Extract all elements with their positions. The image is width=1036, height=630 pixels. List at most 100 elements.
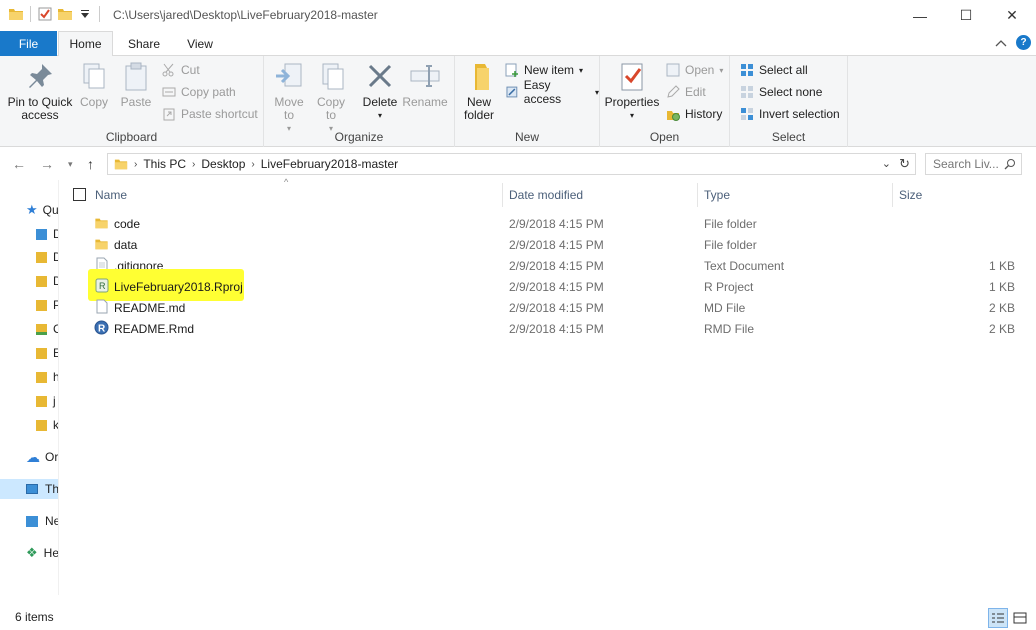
nav-item[interactable]: D [36,247,58,267]
nav-item[interactable]: j [36,391,56,411]
details-view-button[interactable] [988,608,1008,628]
column-divider[interactable] [697,183,698,207]
nav-onedrive[interactable]: ☁ Or [26,447,58,467]
invert-selection-button[interactable]: Invert selection [740,104,840,124]
file-name: README.md [114,300,186,315]
customize-qat-icon[interactable] [77,6,93,22]
nav-item[interactable]: E [36,343,58,363]
move-to-icon [276,63,302,87]
ribbon: Pin to Quick access Copy Paste Cut Copy … [0,56,1036,147]
properties-icon[interactable] [37,6,53,22]
group-label: Clipboard [105,130,158,144]
delete-icon [368,64,392,88]
file-name: LiveFebruary2018.Rproj [114,279,243,294]
move-to-button[interactable]: Move to ▾ [270,60,308,135]
folder-icon [9,9,23,20]
history-icon [667,111,680,121]
edit-button[interactable]: Edit [666,82,706,102]
copy-path-icon [162,87,176,97]
address-bar[interactable]: › This PC › Desktop › LiveFebruary2018-m… [107,153,916,175]
tab-view[interactable]: View [175,31,225,56]
breadcrumb-this-pc[interactable]: This PC [143,157,186,171]
nav-item[interactable]: h [36,367,58,387]
file-size [895,234,1015,255]
address-dropdown-icon[interactable]: ⌄ [882,157,891,170]
paste-shortcut-button[interactable]: Paste shortcut [162,104,258,124]
open-icon [666,63,680,77]
file-type: File folder [704,216,757,231]
minimize-button[interactable]: — [897,0,943,31]
nav-quick-access[interactable]: ★ Qu [26,200,58,220]
copy-path-button[interactable]: Copy path [162,82,236,102]
open-button[interactable]: Open ▾ [666,60,723,80]
tab-file[interactable]: File [0,31,57,56]
paste-button[interactable]: Paste [118,60,154,109]
select-all-button[interactable]: Select all [740,60,808,80]
nav-homegroup[interactable]: ❖ He [26,543,58,563]
column-header-name[interactable]: Name [95,185,127,205]
search-icon [1004,159,1015,170]
copy-button[interactable]: Copy [76,60,112,109]
up-button[interactable]: ↑ [87,156,94,172]
copy-to-button[interactable]: Copy to ▾ [312,60,350,135]
file-row[interactable]: code 2/9/2018 4:15 PM File folder [60,213,1036,234]
chevron-right-icon[interactable]: › [192,159,195,170]
new-folder-icon[interactable] [57,6,73,22]
select-none-button[interactable]: Select none [740,82,822,102]
status-bar: 6 items [0,605,1036,630]
search-input[interactable]: Search Liv... [925,153,1022,175]
recent-locations-button[interactable]: ▾ [68,159,73,170]
tab-home[interactable]: Home [58,31,113,57]
breadcrumb-current-folder[interactable]: LiveFebruary2018-master [261,157,398,171]
collapse-ribbon-icon[interactable] [995,38,1007,48]
column-header-size[interactable]: Size [899,185,922,205]
new-folder-button[interactable]: New folder [461,60,497,122]
window-title: C:\Users\jared\Desktop\LiveFebruary2018-… [113,8,378,22]
file-row[interactable]: README.md 2/9/2018 4:15 PM MD File 2 KB [60,297,1036,318]
nav-item[interactable]: P [36,295,58,315]
quick-access-toolbar [8,6,102,22]
nav-item[interactable]: C [36,319,58,339]
file-row[interactable]: R LiveFebruary2018.Rproj 2/9/2018 4:15 P… [60,269,1036,301]
chevron-right-icon[interactable]: › [251,159,254,170]
rename-icon [410,65,440,87]
dropdown-arrow-icon: ▾ [719,65,724,75]
file-row[interactable]: data 2/9/2018 4:15 PM File folder [60,234,1036,255]
refresh-icon[interactable]: ↻ [899,156,910,172]
history-button[interactable]: History [666,104,722,124]
close-button[interactable]: ✕ [989,0,1035,31]
nav-network[interactable]: Ne [26,511,58,531]
nav-item[interactable]: D [36,271,58,291]
forward-button[interactable]: → [40,156,54,172]
nav-item[interactable]: k [36,415,58,435]
back-button[interactable]: ← [12,156,26,172]
file-row[interactable]: R README.Rmd 2/9/2018 4:15 PM RMD File 2… [60,318,1036,339]
properties-button[interactable]: Properties ▾ [604,60,660,122]
maximize-button[interactable]: ☐ [943,0,989,31]
chevron-right-icon[interactable]: › [134,159,137,170]
file-name: data [114,237,138,252]
breadcrumb-desktop[interactable]: Desktop [201,157,245,171]
separator [30,6,31,22]
pin-quick-access-button[interactable]: Pin to Quick access [6,60,74,122]
large-icons-view-button[interactable] [1010,608,1030,628]
nav-this-pc[interactable]: Th [0,479,58,499]
navigation-pane: ★ Qu D D D P C E h j k ☁ Or Th [0,180,59,595]
column-header-type[interactable]: Type [704,185,730,205]
rename-button[interactable]: Rename [402,60,448,109]
folder-icon [95,218,108,229]
folder-icon [36,419,47,431]
nav-item[interactable]: D [36,224,58,244]
select-all-checkbox[interactable] [73,188,86,201]
help-button[interactable]: ? [1016,35,1031,50]
delete-button[interactable]: Delete ▾ [361,60,399,122]
easy-access-button[interactable]: Easy access ▾ [505,78,599,106]
column-divider[interactable] [502,183,503,207]
cut-button[interactable]: Cut [162,60,200,80]
column-divider[interactable] [892,183,893,207]
new-item-button[interactable]: New item ▾ [505,60,583,80]
tab-share[interactable]: Share [118,31,170,56]
folder-icon [36,395,47,407]
drive-icon [36,323,47,335]
column-header-date[interactable]: Date modified [509,185,583,205]
